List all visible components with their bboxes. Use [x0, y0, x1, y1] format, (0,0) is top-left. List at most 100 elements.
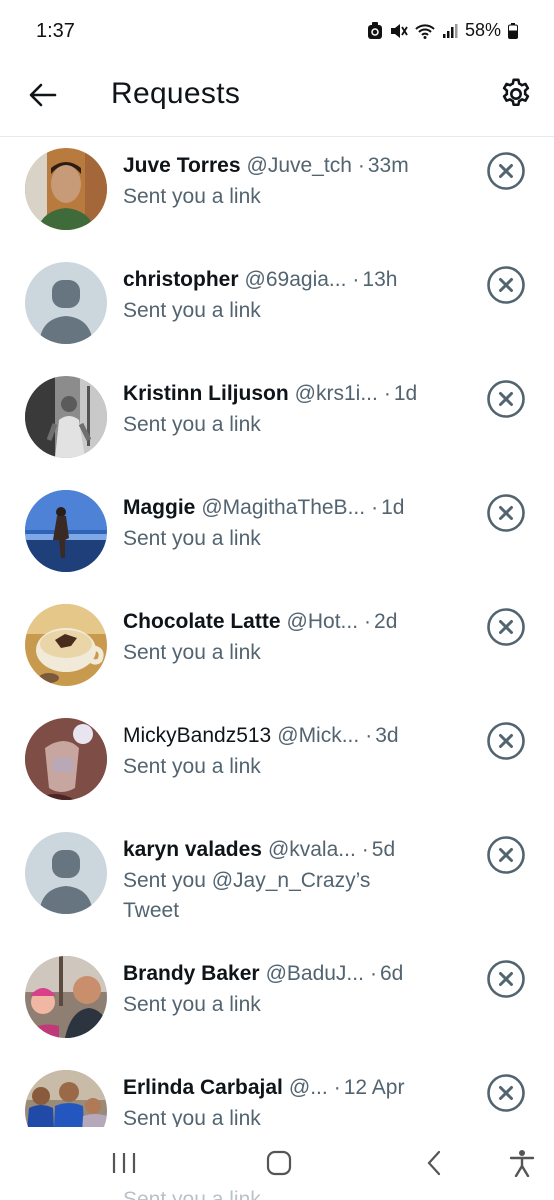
sender-handle: @...	[288, 1076, 328, 1099]
message-preview: Sent you @Jay_n_Crazy’s Tweet	[123, 869, 371, 922]
close-circle-icon	[487, 722, 525, 760]
message-preview: Sent you a link	[123, 299, 261, 322]
arrow-left-icon	[29, 83, 57, 107]
recent-apps-icon	[112, 1153, 136, 1173]
system-back-button[interactable]	[414, 1143, 454, 1183]
avatar[interactable]	[25, 1070, 107, 1127]
avatar[interactable]	[25, 490, 107, 572]
request-text: Erlinda Carbajal @... 12 Apr Sent you a …	[123, 1073, 443, 1127]
sender-handle: @BaduJ...	[265, 962, 364, 985]
sender-handle: @kvala...	[267, 838, 356, 861]
default-avatar[interactable]	[25, 262, 107, 344]
default-avatar[interactable]	[25, 832, 107, 914]
recycle-notification-icon	[367, 21, 383, 40]
battery-percent: 58%	[464, 20, 501, 40]
top-app-bar: Requests	[0, 64, 554, 137]
message-preview: Sent you a link	[123, 185, 261, 208]
status-icons: 58%	[367, 20, 518, 41]
sender-name: Kristinn Liljuson	[123, 382, 289, 405]
mute-icon	[390, 23, 408, 39]
battery-icon	[508, 22, 518, 39]
request-text: Brandy Baker @BaduJ... 6d Sent you a lin…	[123, 959, 443, 1020]
request-item[interactable]: karyn valades @kvala... 5d Sent you @Jay…	[0, 821, 554, 935]
request-text: Juve Torres @Juve_tch 33m Sent you a lin…	[123, 151, 443, 212]
requests-list: Juve Torres @Juve_tch 33m Sent you a lin…	[0, 137, 554, 1127]
dismiss-request-button[interactable]	[486, 493, 526, 533]
request-item[interactable]: Chocolate Latte @Hot... 2d Sent you a li…	[0, 593, 554, 707]
message-preview: Sent you a link	[123, 527, 261, 550]
avatar[interactable]	[25, 956, 107, 1038]
status-time: 1:37	[36, 20, 75, 42]
settings-button[interactable]	[498, 76, 534, 112]
accessibility-icon	[509, 1150, 535, 1177]
timestamp: 3d	[365, 721, 398, 751]
avatar[interactable]	[25, 718, 107, 800]
timestamp: 1d	[371, 493, 404, 523]
dismiss-request-button[interactable]	[486, 721, 526, 761]
dismiss-request-button[interactable]	[486, 265, 526, 305]
request-text: Kristinn Liljuson @krs1i... 1d Sent you …	[123, 379, 443, 440]
close-circle-icon	[487, 494, 525, 532]
sender-name: Maggie	[123, 496, 196, 519]
timestamp: 2d	[364, 607, 397, 637]
sender-name: karyn valades	[123, 838, 262, 861]
avatar[interactable]	[25, 148, 107, 230]
home-icon	[266, 1150, 292, 1176]
request-item[interactable]: MickyBandz513 @Mick... 3d Sent you a lin…	[0, 707, 554, 821]
next-item-peek: Sent you a link	[123, 1188, 261, 1200]
gear-icon	[502, 78, 530, 107]
close-circle-icon	[487, 152, 525, 190]
avatar[interactable]	[25, 376, 107, 458]
sender-handle: @Hot...	[286, 610, 359, 633]
request-item[interactable]: Brandy Baker @BaduJ... 6d Sent you a lin…	[0, 945, 554, 1059]
request-text: karyn valades @kvala... 5d Sent you @Jay…	[123, 835, 443, 926]
message-preview: Sent you a link	[123, 755, 261, 778]
timestamp: 6d	[370, 959, 403, 989]
close-circle-icon	[487, 380, 525, 418]
status-bar: 1:37 58%	[0, 0, 554, 64]
request-text: Maggie @MagithaTheB... 1d Sent you a lin…	[123, 493, 443, 554]
sender-name: Erlinda Carbajal	[123, 1076, 283, 1099]
request-item[interactable]: Juve Torres @Juve_tch 33m Sent you a lin…	[0, 137, 554, 251]
request-item[interactable]: Erlinda Carbajal @... 12 Apr Sent you a …	[0, 1059, 554, 1127]
message-preview: Sent you a link	[123, 993, 261, 1016]
sender-handle: @69agia...	[244, 268, 347, 291]
message-preview: Sent you a link	[123, 413, 261, 436]
chevron-left-icon	[427, 1150, 441, 1176]
dismiss-request-button[interactable]	[486, 151, 526, 191]
sender-handle: @Juve_tch	[246, 154, 352, 177]
sender-name: Brandy Baker	[123, 962, 260, 985]
dismiss-request-button[interactable]	[486, 1073, 526, 1113]
default-profile-icon	[25, 832, 107, 914]
system-navigation-bar	[0, 1127, 554, 1200]
dismiss-request-button[interactable]	[486, 835, 526, 875]
recent-apps-button[interactable]	[104, 1143, 144, 1183]
timestamp: 1d	[384, 379, 417, 409]
sender-name: Juve Torres	[123, 154, 241, 177]
home-button[interactable]	[259, 1143, 299, 1183]
dismiss-request-button[interactable]	[486, 959, 526, 999]
request-text: Chocolate Latte @Hot... 2d Sent you a li…	[123, 607, 443, 668]
sender-handle: @MagithaTheB...	[201, 496, 366, 519]
accessibility-button[interactable]	[502, 1143, 542, 1183]
page-title: Requests	[111, 77, 241, 110]
message-preview: Sent you a link	[123, 1107, 261, 1127]
avatar[interactable]	[25, 604, 107, 686]
back-button[interactable]	[26, 78, 60, 112]
close-circle-icon	[487, 836, 525, 874]
request-text: MickyBandz513 @Mick... 3d Sent you a lin…	[123, 721, 443, 782]
sender-name: christopher	[123, 268, 239, 291]
close-circle-icon	[487, 1074, 525, 1112]
signal-icon	[442, 23, 458, 39]
timestamp: 33m	[358, 151, 409, 181]
default-profile-icon	[25, 262, 107, 344]
request-item[interactable]: christopher @69agia... 13h Sent you a li…	[0, 251, 554, 365]
dismiss-request-button[interactable]	[486, 379, 526, 419]
timestamp: 12 Apr	[334, 1073, 405, 1103]
close-circle-icon	[487, 266, 525, 304]
request-item[interactable]: Maggie @MagithaTheB... 1d Sent you a lin…	[0, 479, 554, 593]
sender-handle: @Mick...	[277, 724, 360, 747]
dismiss-request-button[interactable]	[486, 607, 526, 647]
request-item[interactable]: Kristinn Liljuson @krs1i... 1d Sent you …	[0, 365, 554, 479]
request-text: christopher @69agia... 13h Sent you a li…	[123, 265, 443, 326]
